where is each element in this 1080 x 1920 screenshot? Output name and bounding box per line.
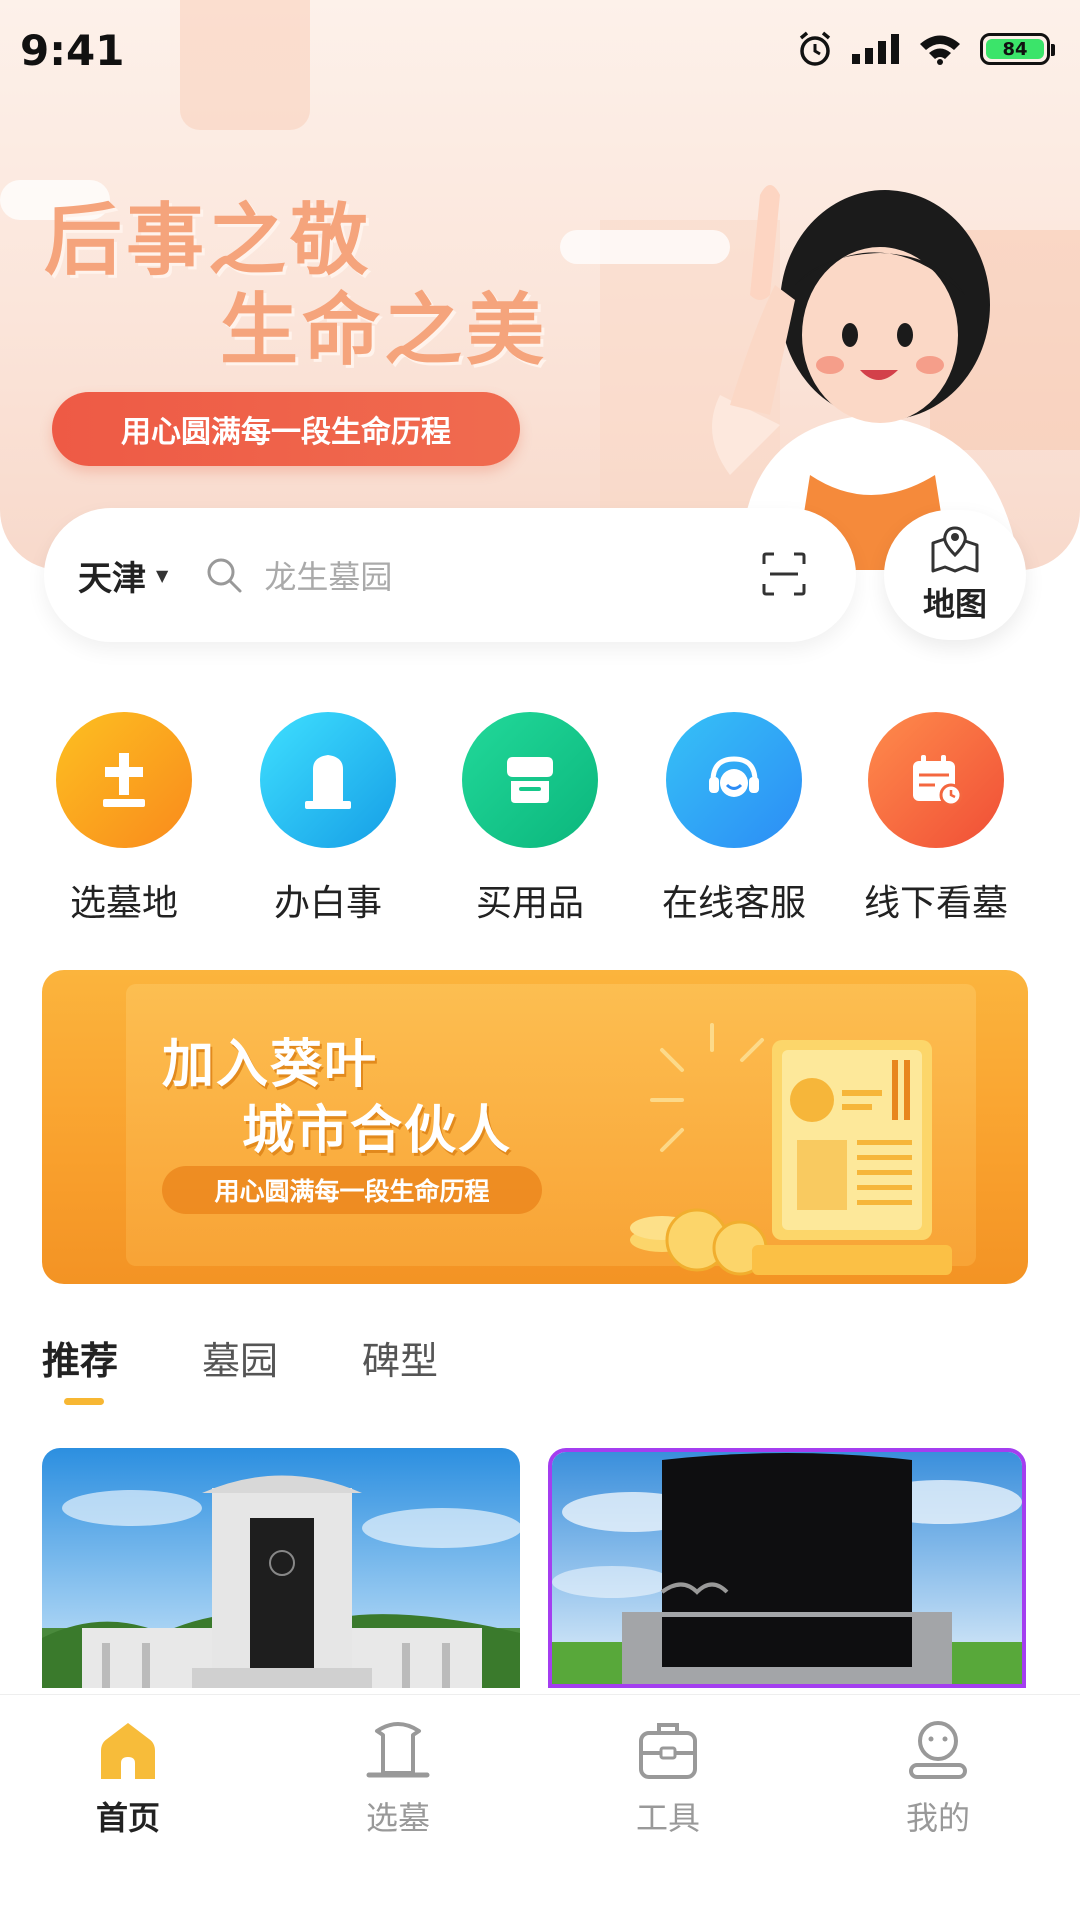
customer-service-icon [666, 712, 802, 848]
category-online-service[interactable]: 在线客服 [634, 712, 834, 926]
content-tabs: 推荐 墓园 碑型 [42, 1330, 522, 1405]
recommend-card[interactable] [42, 1448, 520, 1688]
nav-tomb[interactable]: 选墓 [328, 1717, 468, 1839]
wifi-icon [920, 35, 960, 65]
search-input[interactable]: 龙生墓园 [264, 552, 392, 598]
toolbox-icon [639, 1723, 697, 1779]
nav-tools[interactable]: 工具 [598, 1717, 738, 1839]
nav-profile[interactable]: 我的 [868, 1717, 1008, 1839]
tab-stone-type[interactable]: 碑型 [362, 1330, 438, 1385]
nav-label: 首页 [95, 1799, 160, 1837]
signal-icon [852, 34, 899, 64]
tab-cemetery[interactable]: 墓园 [202, 1330, 278, 1385]
store-icon [462, 712, 598, 848]
category-select-cemetery[interactable]: 选墓地 [24, 712, 224, 926]
battery-level: 84 [1002, 38, 1028, 60]
tab-recommend[interactable]: 推荐 [42, 1330, 118, 1405]
map-button[interactable]: 地图 [884, 510, 1026, 640]
status-time: 9:41 [20, 26, 125, 75]
bottom-nav: 首页 选墓 工具 我的 [0, 1694, 1080, 1920]
document-coins-illustration [630, 1023, 952, 1276]
hero-tagline-pill[interactable]: 用心圆满每一段生命历程 [52, 392, 520, 466]
battery-icon: 84 [980, 33, 1055, 65]
partner-title-line2: 城市合伙人 [242, 1101, 513, 1161]
alarm-icon [799, 31, 831, 66]
map-label: 地图 [922, 585, 987, 623]
partner-title-line1: 加入葵叶 [162, 1035, 379, 1095]
recommend-card[interactable] [548, 1448, 1026, 1688]
hero-slogan-line2: 生命之美 [220, 286, 549, 376]
tombstone-cross-icon [56, 712, 192, 848]
category-label: 在线客服 [661, 883, 806, 924]
headstone-photo [552, 1452, 1022, 1684]
profile-icon [909, 1721, 967, 1779]
city-label: 天津 [78, 558, 146, 599]
caret-down-icon: ▼ [156, 565, 169, 585]
category-label: 办白事 [273, 883, 382, 924]
tomb-icon [366, 1722, 430, 1778]
search-bar[interactable]: 天津 ▼ 龙生墓园 [44, 508, 856, 642]
category-funeral-service[interactable]: 办白事 [228, 712, 428, 926]
nav-label: 我的 [905, 1799, 970, 1837]
category-grid: 选墓地 办白事 买用品 在线客服 线下看墓 [0, 712, 1080, 924]
nav-label: 工具 [635, 1799, 700, 1837]
headstone-icon [260, 712, 396, 848]
map-pin-icon [931, 526, 979, 573]
nav-label: 选墓 [365, 1799, 430, 1837]
category-buy-supplies[interactable]: 买用品 [430, 712, 630, 926]
nav-home[interactable]: 首页 [58, 1717, 198, 1839]
city-selector[interactable]: 天津 ▼ [78, 551, 168, 600]
search-icon [207, 558, 242, 593]
category-label: 买用品 [475, 883, 584, 924]
status-bar: 9:41 84 [0, 0, 1080, 100]
category-label: 选墓地 [69, 883, 178, 924]
scan-icon[interactable] [762, 552, 806, 596]
calendar-icon [868, 712, 1004, 848]
home-icon [101, 1723, 155, 1779]
category-label: 线下看墓 [863, 883, 1008, 924]
tomb-photo [42, 1448, 520, 1688]
category-offline-visit[interactable]: 线下看墓 [836, 712, 1036, 926]
partner-banner[interactable]: 加入葵叶 城市合伙人 用心圆满每一段生命历程 [42, 970, 1028, 1284]
partner-tagline-pill: 用心圆满每一段生命历程 [162, 1166, 542, 1214]
